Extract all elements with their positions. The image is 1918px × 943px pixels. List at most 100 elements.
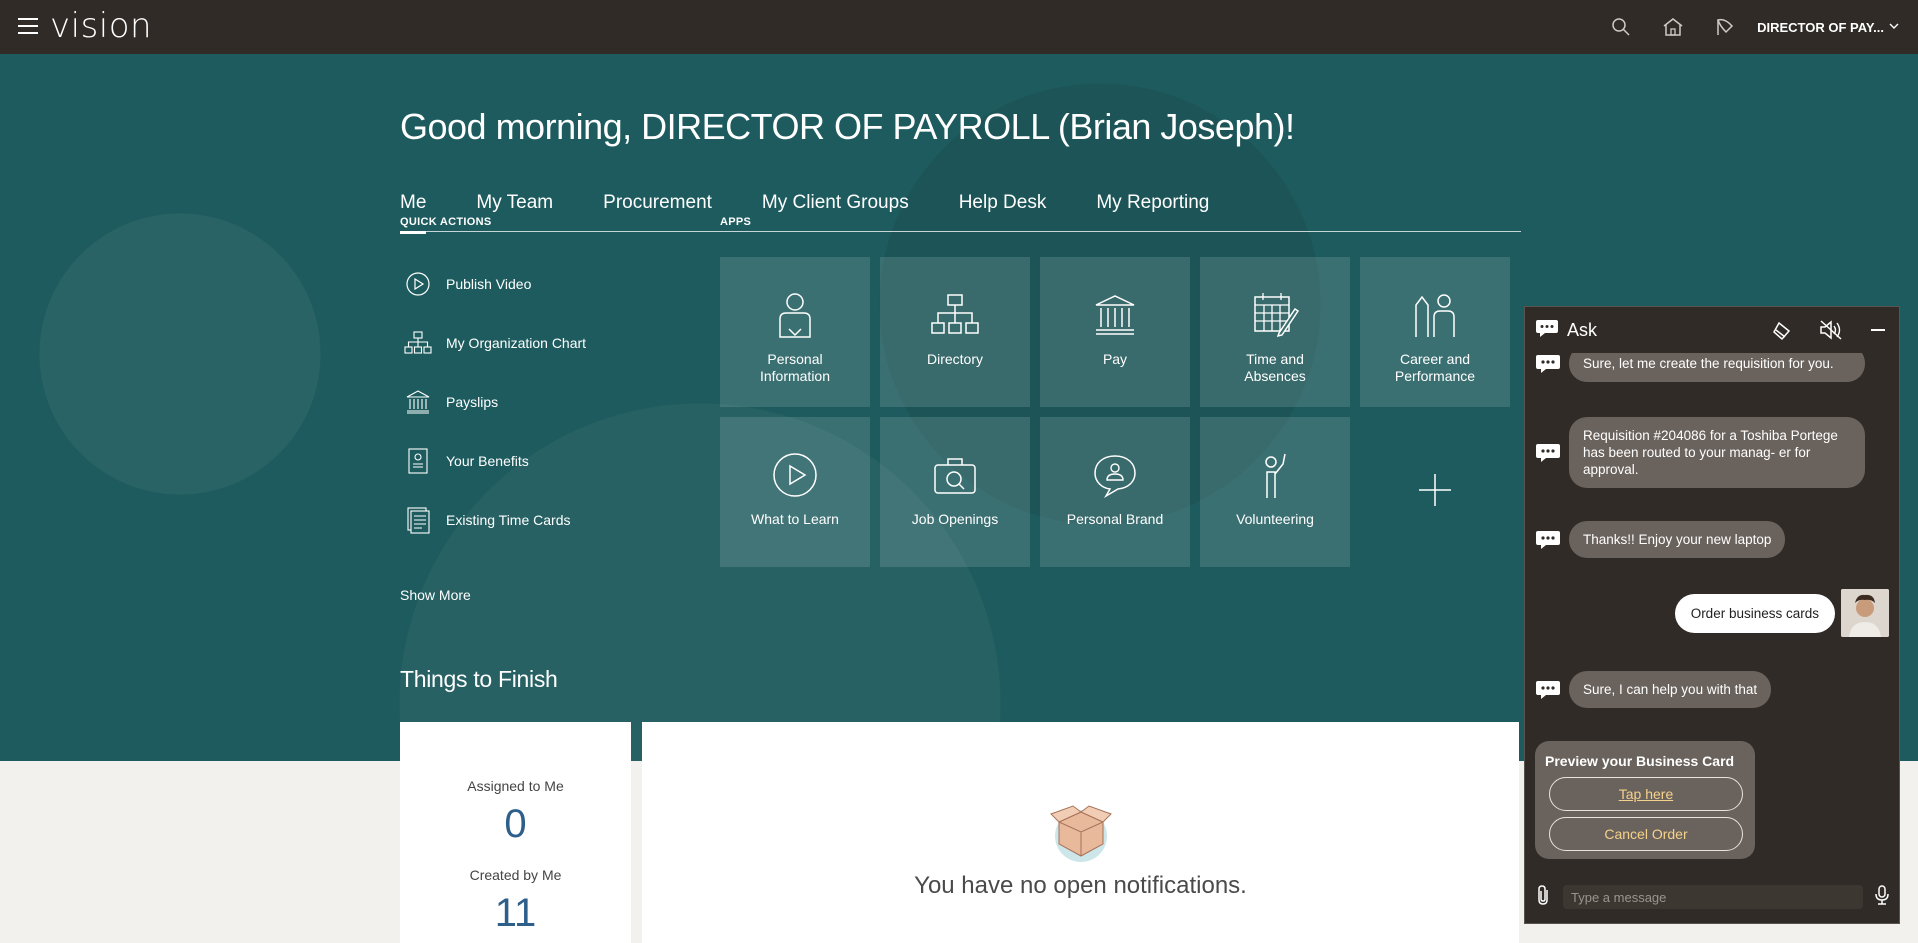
app-tile-label: Directory	[926, 351, 983, 367]
search-icon[interactable]	[1608, 14, 1634, 40]
app-tile-directory[interactable]: Directory	[880, 257, 1030, 407]
benefits-icon	[404, 447, 432, 475]
bot-message: Sure, let me create the requisition for …	[1535, 353, 1865, 382]
org-chart-icon	[404, 329, 432, 357]
attachment-icon[interactable]	[1535, 884, 1553, 911]
bot-message-text: Sure, let me create the requisition for …	[1569, 353, 1865, 382]
business-card-preview-card: Preview your Business Card Tap here Canc…	[1535, 741, 1755, 859]
play-icon	[767, 447, 823, 503]
app-tile-label: Personal Information	[759, 351, 831, 384]
briefcase-icon	[927, 447, 983, 503]
bot-message-text: Sure, I can help you with that	[1569, 671, 1772, 708]
chevron-down-icon	[1888, 20, 1900, 35]
user-menu[interactable]: DIRECTOR OF PAY...	[1757, 20, 1900, 35]
chat-title: Ask	[1567, 319, 1598, 340]
notifications-icon[interactable]	[1712, 14, 1738, 40]
created-count[interactable]: 11	[400, 891, 631, 936]
assigned-count[interactable]: 0	[400, 802, 631, 847]
app-tile-label: Personal Brand	[1066, 511, 1164, 527]
created-label: Created by Me	[469, 867, 562, 883]
top-bar: vision DIRECTOR OF PAY...	[0, 0, 1918, 54]
chat-message-input[interactable]	[1563, 885, 1863, 909]
minimize-icon[interactable]	[1869, 319, 1887, 346]
quick-action-label: Payslips	[446, 393, 499, 410]
bot-avatar-icon	[1535, 529, 1561, 551]
app-tile-job-openings[interactable]: Job Openings	[880, 417, 1030, 567]
quick-actions-list: Publish Video My Organization Chart Pays…	[404, 254, 674, 549]
user-avatar	[1841, 589, 1889, 637]
cancel-order-button[interactable]: Cancel Order	[1549, 817, 1743, 851]
quick-action-label: Publish Video	[446, 275, 532, 292]
bot-avatar-icon	[1535, 353, 1561, 375]
springboard-tabs: Me My Team Procurement My Client Groups …	[400, 188, 1521, 234]
plus-icon	[1415, 470, 1455, 515]
task-counts-card: Assigned to Me 0 Created by Me 11	[400, 722, 631, 943]
career-icon	[1407, 287, 1463, 343]
app-tile-personal-information[interactable]: Personal Information	[720, 257, 870, 407]
add-app-button[interactable]	[1360, 417, 1510, 567]
user-message: Order business cards	[1674, 589, 1889, 637]
digital-assistant-panel: Ask Sure, let me create the requisition …	[1524, 306, 1900, 924]
app-tile-label: Pay	[1102, 351, 1128, 367]
app-tile-time-absences[interactable]: Time and Absences	[1200, 257, 1350, 407]
tab-my-client-groups[interactable]: My Client Groups	[762, 188, 909, 232]
person-icon	[767, 287, 823, 343]
card-title: Preview your Business Card	[1545, 753, 1735, 769]
empty-notifications-text: You have no open notifications.	[914, 872, 1247, 899]
calendar-icon	[1247, 287, 1303, 343]
quick-action-org-chart[interactable]: My Organization Chart	[404, 313, 674, 372]
app-tile-personal-brand[interactable]: Personal Brand	[1040, 417, 1190, 567]
eraser-icon[interactable]	[1771, 319, 1793, 346]
app-tile-pay[interactable]: Pay	[1040, 257, 1190, 407]
tab-my-reporting[interactable]: My Reporting	[1096, 188, 1209, 232]
app-tile-label: What to Learn	[751, 511, 839, 527]
tap-here-button[interactable]: Tap here	[1549, 777, 1743, 811]
chat-header: Ask	[1525, 307, 1899, 353]
quick-actions-heading: QUICK ACTIONS	[400, 216, 492, 228]
bot-message-text: Thanks!! Enjoy your new laptop	[1569, 521, 1786, 558]
play-icon	[404, 270, 432, 298]
timecard-icon	[404, 506, 432, 534]
greeting-heading: Good morning, DIRECTOR OF PAYROLL (Brian…	[400, 106, 1295, 147]
app-tile-what-to-learn[interactable]: What to Learn	[720, 417, 870, 567]
user-message-text: Order business cards	[1674, 593, 1835, 633]
things-to-finish-heading: Things to Finish	[400, 666, 558, 692]
bot-avatar-icon	[1535, 679, 1561, 701]
quick-action-benefits[interactable]: Your Benefits	[404, 431, 674, 490]
bank-icon	[1087, 287, 1143, 343]
tab-procurement[interactable]: Procurement	[603, 188, 712, 232]
empty-box-icon	[1047, 800, 1115, 864]
chat-bubble-icon	[1535, 318, 1559, 343]
volunteer-icon	[1247, 447, 1303, 503]
notifications-card: You have no open notifications.	[642, 722, 1519, 943]
home-icon[interactable]	[1660, 14, 1686, 40]
directory-icon	[927, 287, 983, 343]
tab-help-desk[interactable]: Help Desk	[959, 188, 1047, 232]
apps-heading: APPS	[720, 216, 752, 228]
quick-action-label: Existing Time Cards	[446, 511, 571, 528]
quick-action-label: Your Benefits	[446, 452, 529, 469]
app-tile-label: Time and Absences	[1244, 351, 1306, 384]
app-logo[interactable]: vision	[50, 6, 152, 46]
bot-message: Sure, I can help you with that	[1535, 671, 1772, 708]
app-tile-label: Job Openings	[911, 511, 999, 527]
quick-action-time-cards[interactable]: Existing Time Cards	[404, 490, 674, 549]
bot-avatar-icon	[1535, 442, 1561, 464]
assigned-label: Assigned to Me	[467, 778, 564, 794]
show-more-link[interactable]: Show More	[400, 587, 471, 603]
app-tile-volunteering[interactable]: Volunteering	[1200, 417, 1350, 567]
hamburger-menu-icon[interactable]	[18, 18, 38, 34]
app-tile-label: Volunteering	[1236, 511, 1314, 527]
mute-speaker-icon[interactable]	[1819, 319, 1843, 346]
user-name-label: DIRECTOR OF PAY...	[1757, 20, 1884, 35]
quick-action-publish-video[interactable]: Publish Video	[404, 254, 674, 313]
apps-grid: Personal Information Directory Pay Time …	[720, 257, 1510, 567]
app-tile-label: Career and Performance	[1394, 351, 1476, 384]
app-tile-career-performance[interactable]: Career and Performance	[1360, 257, 1510, 407]
microphone-icon[interactable]	[1873, 884, 1891, 911]
bot-message: Requisition #204086 for a Toshiba Porteg…	[1535, 417, 1865, 488]
quick-action-payslips[interactable]: Payslips	[404, 372, 674, 431]
bank-icon	[404, 388, 432, 416]
bot-message: Thanks!! Enjoy your new laptop	[1535, 521, 1786, 558]
quick-action-label: My Organization Chart	[446, 334, 587, 351]
